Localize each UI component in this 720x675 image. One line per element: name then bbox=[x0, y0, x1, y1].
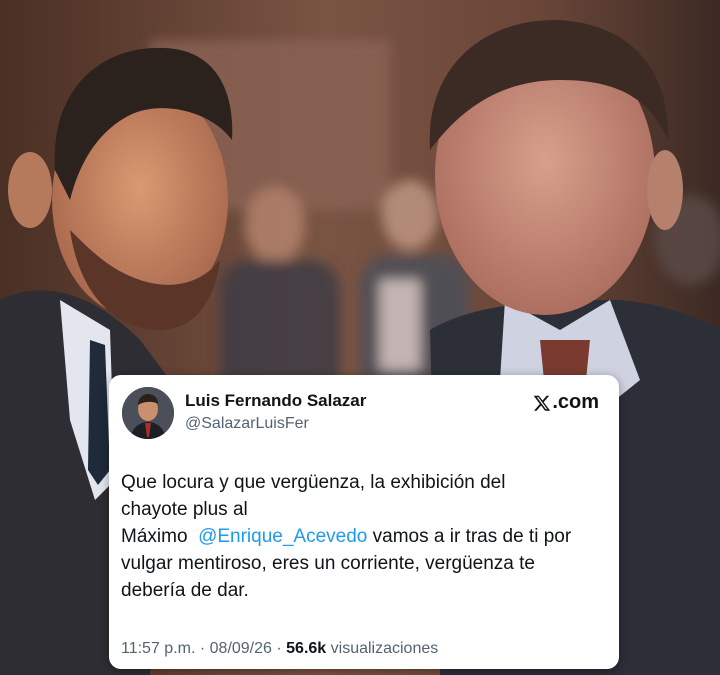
author-handle[interactable]: @SalazarLuisFer bbox=[185, 415, 309, 433]
tweet-time[interactable]: 11:57 p.m. bbox=[121, 640, 195, 657]
tweet-date[interactable]: 08/09/26 bbox=[210, 640, 272, 657]
author-avatar[interactable] bbox=[122, 387, 174, 439]
tweet-line: chayote plus al bbox=[121, 499, 248, 520]
tweet-meta: 11:57 p.m. · 08/09/26 · 56.6k visualizac… bbox=[121, 640, 438, 658]
meta-separator: · bbox=[271, 640, 287, 657]
tweet-line-with-mention: Máximo @Enrique_Acevedo vamos a ir tras … bbox=[121, 523, 611, 550]
tweet-line: vulgar mentiroso, eres un corriente, ver… bbox=[121, 553, 535, 574]
tweet-text-fragment: vamos a ir tras de ti por bbox=[367, 526, 572, 547]
author-name[interactable]: Luis Fernando Salazar bbox=[185, 391, 366, 411]
tweet-text-fragment: Máximo bbox=[121, 526, 193, 547]
views-count: 56.6k bbox=[286, 640, 327, 657]
brand-suffix: .com bbox=[552, 391, 599, 413]
meta-separator: · bbox=[195, 640, 210, 657]
tweet-text: Que locura y que vergüenza, la exhibició… bbox=[121, 469, 611, 604]
tweet-card[interactable]: Luis Fernando Salazar @SalazarLuisFer .c… bbox=[109, 375, 619, 669]
views-label: visualizaciones bbox=[326, 640, 439, 657]
tweet-line: Que locura y que vergüenza, la exhibició… bbox=[121, 472, 506, 493]
avatar-image bbox=[122, 387, 174, 439]
tweet-line: debería de dar. bbox=[121, 580, 249, 601]
x-com-brand: .com bbox=[533, 391, 599, 414]
x-logo-icon bbox=[533, 395, 551, 411]
mention-link[interactable]: @Enrique_Acevedo bbox=[198, 526, 367, 547]
